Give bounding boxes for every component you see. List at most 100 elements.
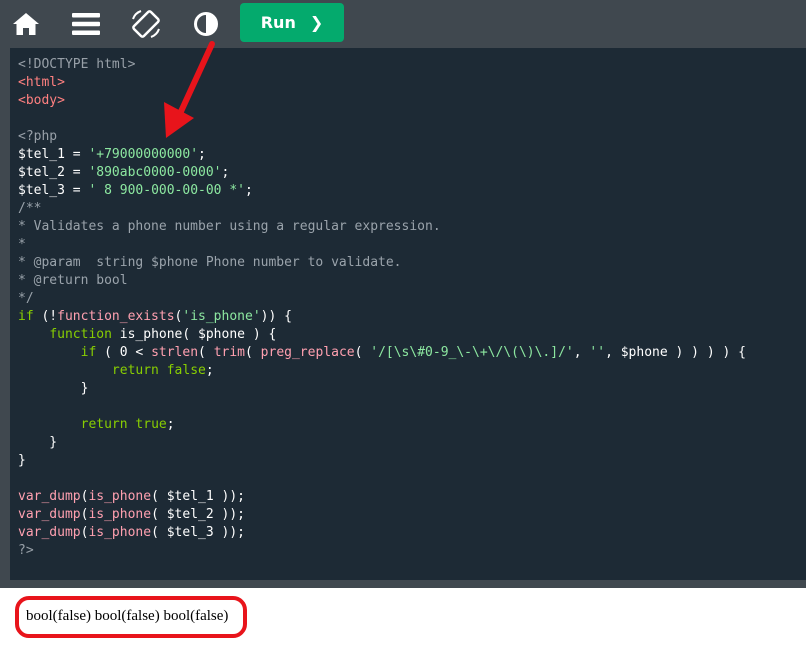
code-token: $tel_2 (18, 165, 65, 180)
code-token: ) ) ) ) { (667, 345, 746, 360)
code-token: strlen (151, 345, 199, 360)
code-token: )); (213, 525, 246, 540)
code-token: <!DOCTYPE html> (18, 57, 136, 72)
code-line: $tel_3 = ' 8 900-000-00-00 *'; (18, 182, 746, 200)
code-token: '/[\s\#0-9_\-\+\/\(\)\.]/' (370, 345, 574, 360)
contrast-icon[interactable] (190, 8, 222, 40)
code-token: '890abc0000-0000' (88, 165, 222, 180)
code-token: = (64, 165, 89, 180)
code-token: )); (213, 507, 246, 522)
code-token: $phone (620, 345, 668, 360)
code-token: /** (18, 201, 42, 216)
code-line: if ( 0 < strlen( trim( preg_replace( '/[… (18, 344, 746, 362)
code-token: , (573, 345, 590, 360)
code-token: is_phone (88, 489, 152, 504)
code-token: <?php (18, 129, 58, 144)
code-line: ?> (18, 542, 746, 560)
code-token: var_dump (18, 489, 81, 504)
code-line: $tel_2 = '890abc0000-0000'; (18, 164, 746, 182)
code-line: if (!function_exists('is_phone')) { (18, 308, 746, 326)
menu-icon[interactable] (70, 8, 102, 40)
code-line: /** (18, 200, 746, 218)
output-highlight-annotation (15, 596, 247, 638)
code-token: ( 0 < (96, 345, 152, 360)
code-token: = (64, 183, 89, 198)
code-line: <?php (18, 128, 746, 146)
code-token: ( (151, 489, 167, 504)
code-token: ; (205, 363, 214, 378)
code-line: */ (18, 290, 746, 308)
code-line: var_dump(is_phone( $tel_3 )); (18, 524, 746, 542)
code-line: } (18, 380, 746, 398)
code-line: return true; (18, 416, 746, 434)
code-token: var_dump (18, 525, 81, 540)
code-line: var_dump(is_phone( $tel_2 )); (18, 506, 746, 524)
code-token: = (64, 147, 89, 162)
code-token: )) { (260, 309, 292, 324)
arrow-annotation-icon (164, 41, 215, 138)
code-token: if (18, 309, 34, 324)
code-token: )); (213, 489, 246, 504)
code-token: <body> (18, 93, 65, 108)
rotate-icon[interactable] (130, 8, 162, 40)
code-token: is_phone (88, 525, 152, 540)
code-line: <html> (18, 74, 746, 92)
code-token: ' 8 900-000-00-00 *' (88, 183, 245, 198)
code-token: if (80, 345, 97, 360)
code-token: return false (111, 363, 206, 378)
code-content[interactable]: <!DOCTYPE html> <html> <body> <?php $tel_1 … (18, 56, 746, 560)
code-token: ( (245, 345, 261, 360)
code-line: * @param string $phone Phone number to v… (18, 254, 746, 272)
code-line: return false; (18, 362, 746, 380)
code-token: $tel_2 (166, 507, 214, 522)
code-token: ?> (18, 543, 34, 558)
code-line: function is_phone( $phone ) { (18, 326, 746, 344)
home-icon[interactable] (10, 8, 42, 40)
chevron-right-icon: ❯ (309, 13, 324, 32)
code-editor[interactable]: <!DOCTYPE html> <html> <body> <?php $tel_1 … (10, 48, 806, 580)
code-token: $tel_3 (166, 525, 214, 540)
code-token: * @return bool (18, 273, 128, 288)
code-token: ( (354, 345, 371, 360)
code-token: ; (221, 165, 230, 180)
run-button-label: Run (260, 13, 296, 32)
code-token: is_phone (88, 507, 152, 522)
code-token: ; (245, 183, 253, 198)
code-token: 'is_phone' (182, 309, 261, 324)
run-button[interactable]: Run ❯ (240, 3, 344, 42)
code-token: is_phone( (111, 327, 199, 342)
code-line: * @return bool (18, 272, 746, 290)
code-token: (! (33, 309, 58, 324)
code-line: } (18, 452, 746, 470)
code-token: ( (151, 525, 167, 540)
code-token: ) { (245, 327, 277, 342)
code-token: } (18, 435, 58, 450)
code-token: $phone (198, 327, 245, 342)
code-token: ; (166, 417, 175, 432)
code-line: * Validates a phone number using a regul… (18, 218, 746, 236)
code-token: * (18, 237, 26, 252)
code-token: } (18, 453, 26, 468)
app-window: Run ❯ <!DOCTYPE html> <html> <body> <?php $… (0, 0, 806, 648)
code-line: <body> (18, 92, 746, 110)
code-token: $tel_1 (18, 147, 65, 162)
code-line: * (18, 236, 746, 254)
code-token: ( (198, 345, 214, 360)
code-token: function (49, 327, 112, 342)
code-token: return true (80, 417, 167, 432)
code-token: $tel_3 (18, 183, 65, 198)
code-token: '' (589, 345, 606, 360)
code-token: * @param string $phone Phone number to v… (18, 255, 402, 270)
code-line: <!DOCTYPE html> (18, 56, 746, 74)
code-token: preg_replace (260, 345, 355, 360)
code-token: function_exists (57, 309, 175, 324)
code-line: } (18, 434, 746, 452)
code-token: ( (151, 507, 167, 522)
